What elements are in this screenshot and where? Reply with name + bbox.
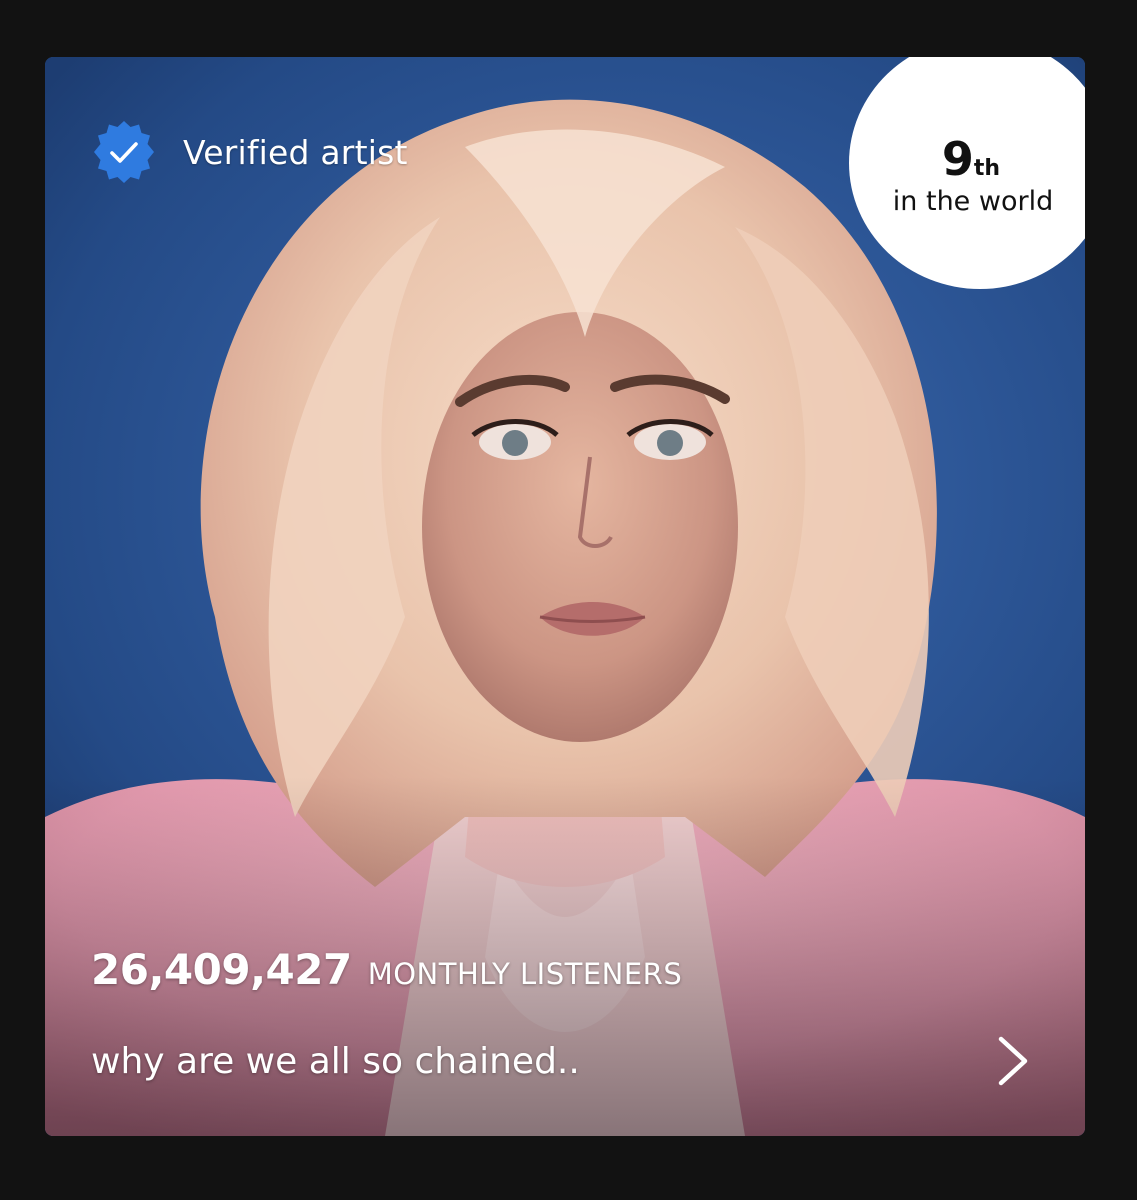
rank-number: 9 <box>941 131 974 186</box>
rank-suffix: th <box>973 155 1001 181</box>
rank-number-row: 9 th <box>942 136 1000 182</box>
verified-artist-row: Verified artist <box>91 119 408 185</box>
monthly-listeners-label: MONTHLY LISTENERS <box>367 957 683 991</box>
artist-about-card[interactable]: Verified artist 9 th in the world 26,409… <box>45 57 1085 1136</box>
artist-bio-link[interactable]: why are we all so chained.. <box>91 1031 1033 1091</box>
verified-artist-label: Verified artist <box>183 132 408 172</box>
monthly-listeners: 26,409,427 MONTHLY LISTENERS <box>91 945 682 994</box>
monthly-listeners-count: 26,409,427 <box>91 945 352 994</box>
verified-badge-icon <box>94 121 154 183</box>
rank-caption: in the world <box>892 185 1054 217</box>
chevron-right-icon[interactable] <box>993 1033 1033 1089</box>
artist-bio-text: why are we all so chained.. <box>91 1040 580 1082</box>
